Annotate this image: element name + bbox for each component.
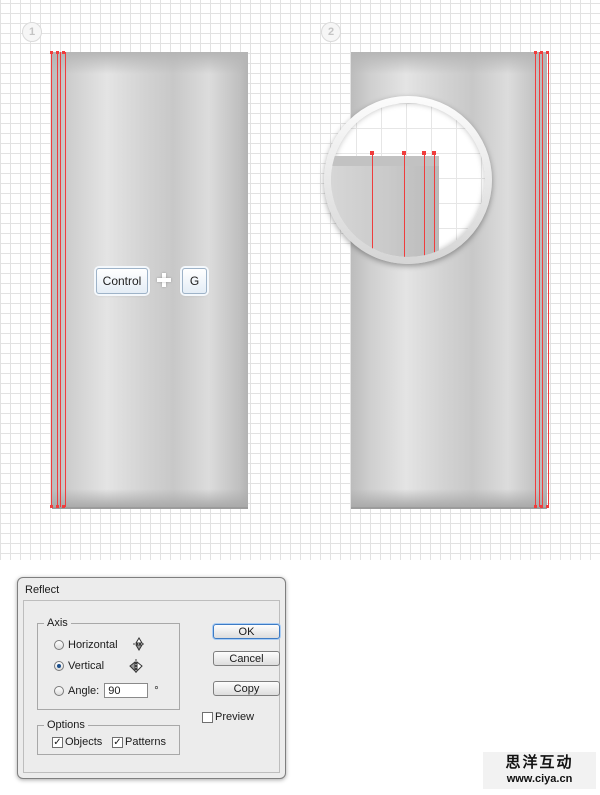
tube-top-shade [52, 52, 248, 74]
magnifier-lens [331, 103, 485, 257]
anchor-point[interactable] [50, 505, 53, 508]
step-1-badge: 1 [22, 22, 42, 42]
angle-radio[interactable] [54, 685, 64, 696]
anchor-point[interactable] [534, 51, 537, 54]
vertical-axis-icon [129, 659, 143, 673]
tube-bottom-shade [351, 489, 547, 507]
zoomed-path-line [404, 153, 405, 257]
anchor-point[interactable] [50, 51, 53, 54]
path-line [60, 52, 61, 507]
zoomed-anchor-point [422, 151, 426, 155]
axis-legend: Axis [47, 617, 68, 629]
angle-option[interactable]: Angle: 90 ° [54, 683, 159, 698]
zoomed-anchor-point [402, 151, 406, 155]
anchor-point[interactable] [62, 51, 65, 54]
zoomed-anchor-point [370, 151, 374, 155]
cancel-button[interactable]: Cancel [213, 651, 280, 666]
artboard-grid: 1 2 Control G [0, 0, 600, 560]
watermark-url: www.ciya.cn [506, 773, 573, 785]
preview-option[interactable]: Preview [202, 711, 254, 723]
zoomed-path-line [372, 153, 373, 257]
angle-label: Angle: [68, 684, 100, 697]
anchor-point[interactable] [546, 505, 549, 508]
copy-button[interactable]: Copy [213, 681, 280, 696]
reflect-dialog: Reflect Axis Horizontal Vertical Angle: … [17, 577, 286, 779]
horizontal-axis-icon [132, 637, 145, 651]
anchor-point[interactable] [56, 51, 59, 54]
anchor-point[interactable] [62, 505, 65, 508]
path-line [57, 52, 58, 507]
angle-input[interactable]: 90 [104, 683, 149, 698]
zoomed-anchor-point [432, 151, 436, 155]
zoomed-path-line [434, 153, 435, 257]
magnifier-glass [324, 96, 492, 264]
plus-icon [157, 273, 171, 287]
step-2-badge: 2 [321, 22, 341, 42]
ok-button[interactable]: OK [213, 624, 280, 639]
path-line [539, 52, 540, 507]
objects-label: Objects [65, 736, 103, 748]
g-key: G [182, 268, 207, 294]
vertical-radio[interactable] [54, 661, 64, 671]
tube-bottom-shade [52, 489, 248, 507]
dialog-title: Reflect [25, 584, 60, 596]
control-key: Control [96, 268, 148, 294]
path-line [542, 52, 543, 507]
tube-top-shade [351, 52, 547, 74]
zoomed-path-line [424, 153, 425, 257]
options-legend: Options [47, 719, 85, 731]
anchor-point[interactable] [56, 505, 59, 508]
tube-shape-left[interactable] [52, 52, 248, 509]
preview-checkbox[interactable] [202, 711, 213, 723]
patterns-label: Patterns [125, 736, 166, 748]
patterns-checkbox[interactable]: ✓ [112, 736, 123, 748]
degree-symbol: ° [154, 684, 159, 697]
anchor-point[interactable] [546, 51, 549, 54]
anchor-point[interactable] [534, 505, 537, 508]
horizontal-radio[interactable] [54, 640, 64, 650]
objects-option[interactable]: ✓ Objects [52, 736, 102, 748]
horizontal-option[interactable]: Horizontal [54, 637, 147, 653]
vertical-option[interactable]: Vertical [54, 658, 144, 674]
anchor-point[interactable] [540, 505, 543, 508]
selected-path-left[interactable] [51, 52, 66, 507]
zoomed-shape-top [331, 156, 439, 166]
anchor-point[interactable] [540, 51, 543, 54]
zoomed-shape [331, 156, 439, 257]
preview-label: Preview [215, 711, 255, 723]
watermark-text: 思洋互动 [505, 753, 574, 771]
horizontal-label: Horizontal [68, 639, 118, 651]
objects-checkbox[interactable]: ✓ [52, 736, 63, 748]
watermark: 思洋互动 www.ciya.cn [483, 752, 596, 789]
vertical-label: Vertical [68, 660, 105, 672]
patterns-option[interactable]: ✓ Patterns [112, 736, 166, 748]
